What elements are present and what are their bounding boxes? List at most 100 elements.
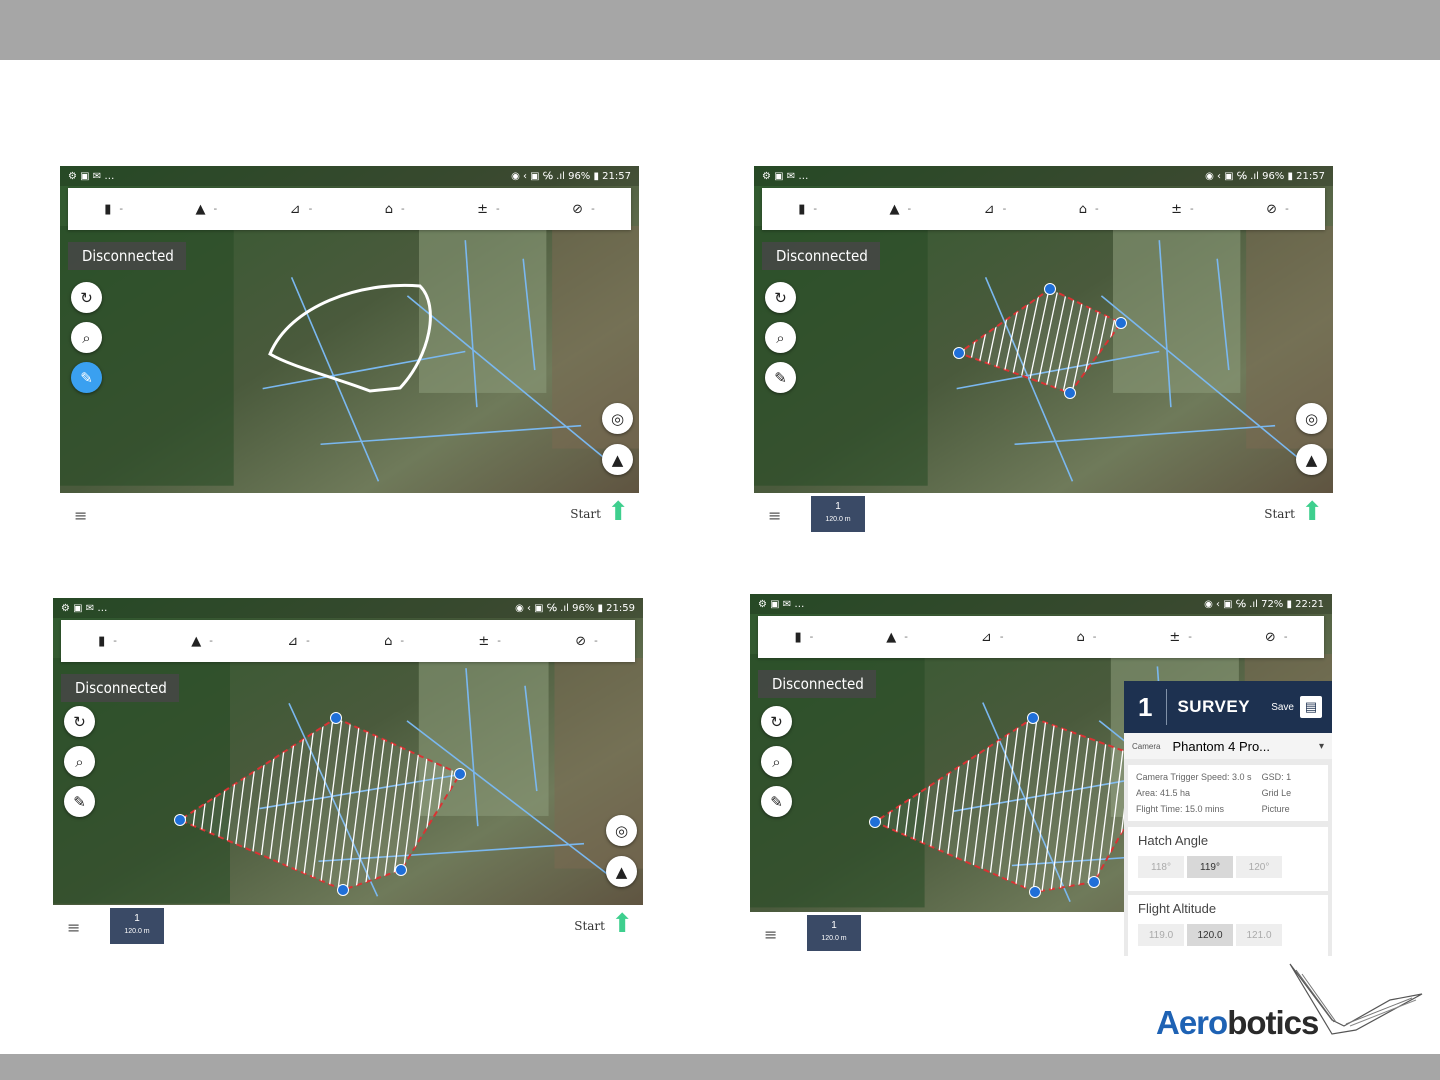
telemetry-item: ⌂ - — [1079, 202, 1099, 217]
sync-button[interactable]: ↻ — [761, 706, 792, 737]
sync-icon: ↻ — [80, 288, 93, 307]
compass-button[interactable]: ▲ — [1296, 444, 1327, 475]
telemetry-item: ⌂ - — [1076, 630, 1096, 645]
stat-line: GSD: 1 — [1261, 772, 1292, 782]
draw-button[interactable]: ✎ — [64, 786, 95, 817]
telemetry-value: - — [591, 203, 595, 215]
waypoint-marker[interactable] — [1115, 317, 1127, 329]
waypoint-marker[interactable] — [174, 814, 186, 826]
compass-button[interactable]: ▲ — [606, 856, 637, 887]
location-button[interactable]: ◎ — [602, 403, 633, 434]
pencil-icon: ✎ — [80, 368, 93, 387]
compass-button[interactable]: ▲ — [602, 444, 633, 475]
connection-status: Disconnected — [762, 242, 880, 270]
telemetry-item: ± - — [1171, 202, 1194, 217]
telemetry-item: ▲ - — [191, 634, 213, 649]
home-icon: ⌂ — [1078, 201, 1087, 217]
waypoint-marker[interactable] — [1088, 876, 1100, 888]
flight-altitude-option[interactable]: 119.0 — [1138, 924, 1184, 946]
search-icon: ⌕ — [776, 328, 785, 347]
flight-altitude-option[interactable]: 121.0 — [1236, 924, 1282, 946]
telemetry-item: ⊿ - — [290, 202, 313, 217]
search-icon: ⌕ — [82, 328, 91, 347]
telemetry-item: ⊿ - — [984, 202, 1007, 217]
hatch-angle-option[interactable]: 120° — [1236, 856, 1282, 878]
waypoint-marker[interactable] — [1044, 283, 1056, 295]
camera-select[interactable]: Camera Phantom 4 Pro... ▾ — [1124, 733, 1332, 759]
draw-button[interactable]: ✎ — [71, 362, 102, 393]
telemetry-value: - — [496, 203, 500, 215]
telemetry-value: - — [306, 635, 310, 647]
telemetry-value: - — [1188, 631, 1192, 643]
telemetry-value: - — [113, 635, 117, 647]
waypoint-marker[interactable] — [337, 884, 349, 896]
draw-button[interactable]: ✎ — [761, 786, 792, 817]
waypoint-marker[interactable] — [1027, 712, 1039, 724]
telemetry-value: - — [907, 203, 912, 215]
start-takeoff-icon[interactable]: ⬆ — [1301, 497, 1323, 527]
logo-wordmark: Aerobotics — [1156, 1004, 1319, 1042]
target-icon: ◎ — [610, 409, 625, 428]
menu-icon: ≡ — [74, 506, 88, 525]
start-takeoff-icon[interactable]: ⬆ — [607, 497, 629, 527]
home-icon: ⌂ — [1076, 629, 1085, 645]
telemetry-value: - — [400, 203, 405, 215]
telemetry-value: - — [813, 203, 818, 215]
search-button[interactable]: ⌕ — [71, 322, 102, 353]
sync-button[interactable]: ↻ — [765, 282, 796, 313]
menu-button[interactable]: ≡ — [764, 925, 777, 944]
sync-button[interactable]: ↻ — [64, 706, 95, 737]
waypoint-marker[interactable] — [330, 712, 342, 724]
waypoint-marker[interactable] — [454, 768, 466, 780]
status-left-icons: ⚙ ▣ ✉ … — [68, 170, 115, 182]
waypoint-marker[interactable] — [395, 864, 407, 876]
waypoint-marker[interactable] — [1029, 886, 1041, 898]
altitude-icon: ▲ — [195, 201, 206, 217]
pencil-icon: ✎ — [774, 368, 787, 387]
navigation-arrow-icon: ▲ — [1305, 450, 1318, 469]
waypoint-marker[interactable] — [1064, 387, 1076, 399]
status-left-icons: ⚙ ▣ ✉ … — [762, 170, 809, 182]
survey-stats: Camera Trigger Speed: 3.0 s Area: 41.5 ha… — [1128, 765, 1328, 821]
signal-icon: ⊘ — [575, 633, 587, 649]
hatch-angle-options: 118° 119° 120° — [1138, 856, 1318, 878]
battery-icon: ▮ — [798, 201, 806, 217]
draw-button[interactable]: ✎ — [765, 362, 796, 393]
menu-button[interactable]: ≡ — [768, 506, 781, 525]
waypoint-badge[interactable]: 1 120.0 m — [110, 908, 164, 944]
altitude-icon: ▲ — [191, 633, 202, 649]
menu-icon: ≡ — [67, 918, 81, 937]
stat-line: Flight Time: 15.0 mins — [1136, 804, 1225, 814]
telemetry-value: - — [1002, 203, 1007, 215]
location-button[interactable]: ◎ — [1296, 403, 1327, 434]
save-label[interactable]: Save — [1271, 702, 1294, 713]
waypoint-badge[interactable]: 1 120.0 m — [807, 915, 861, 951]
save-icon[interactable]: ▤ — [1300, 696, 1322, 718]
android-status-bar: ⚙ ▣ ✉ … ◉ ‹ ▣ ℅ .ıl 96% ▮ 21:57 — [754, 166, 1333, 186]
stats-right: GSD: 1 Grid Le Picture — [1262, 769, 1292, 817]
menu-button[interactable]: ≡ — [74, 506, 87, 525]
status-right-indicators: ◉ ‹ ▣ ℅ .ıl 96% ▮ 21:57 — [511, 170, 631, 182]
survey-number: 1 — [1138, 689, 1168, 725]
telemetry-item: ⊿ - — [981, 630, 1004, 645]
start-takeoff-icon[interactable]: ⬆ — [611, 909, 633, 939]
location-button[interactable]: ◎ — [606, 815, 637, 846]
waypoint-badge[interactable]: 1 120.0 m — [811, 496, 865, 532]
hatch-angle-option[interactable]: 119° — [1187, 856, 1233, 878]
hatch-angle-option[interactable]: 118° — [1138, 856, 1184, 878]
sync-button[interactable]: ↻ — [71, 282, 102, 313]
search-button[interactable]: ⌕ — [64, 746, 95, 777]
menu-icon: ≡ — [768, 506, 782, 525]
telemetry-value: - — [119, 203, 124, 215]
waypoint-marker[interactable] — [953, 347, 965, 359]
search-button[interactable]: ⌕ — [765, 322, 796, 353]
altitude-icon: ▲ — [889, 201, 900, 217]
menu-button[interactable]: ≡ — [67, 918, 80, 937]
waypoint-marker[interactable] — [869, 816, 881, 828]
flight-altitude-option[interactable]: 120.0 — [1187, 924, 1233, 946]
telemetry-value: - — [400, 635, 405, 647]
status-right-indicators: ◉ ‹ ▣ ℅ .ıl 72% ▮ 22:21 — [1204, 598, 1324, 610]
telemetry-item: ⊘ - — [1265, 630, 1288, 645]
search-button[interactable]: ⌕ — [761, 746, 792, 777]
waypoint-index: 1 — [831, 920, 837, 931]
